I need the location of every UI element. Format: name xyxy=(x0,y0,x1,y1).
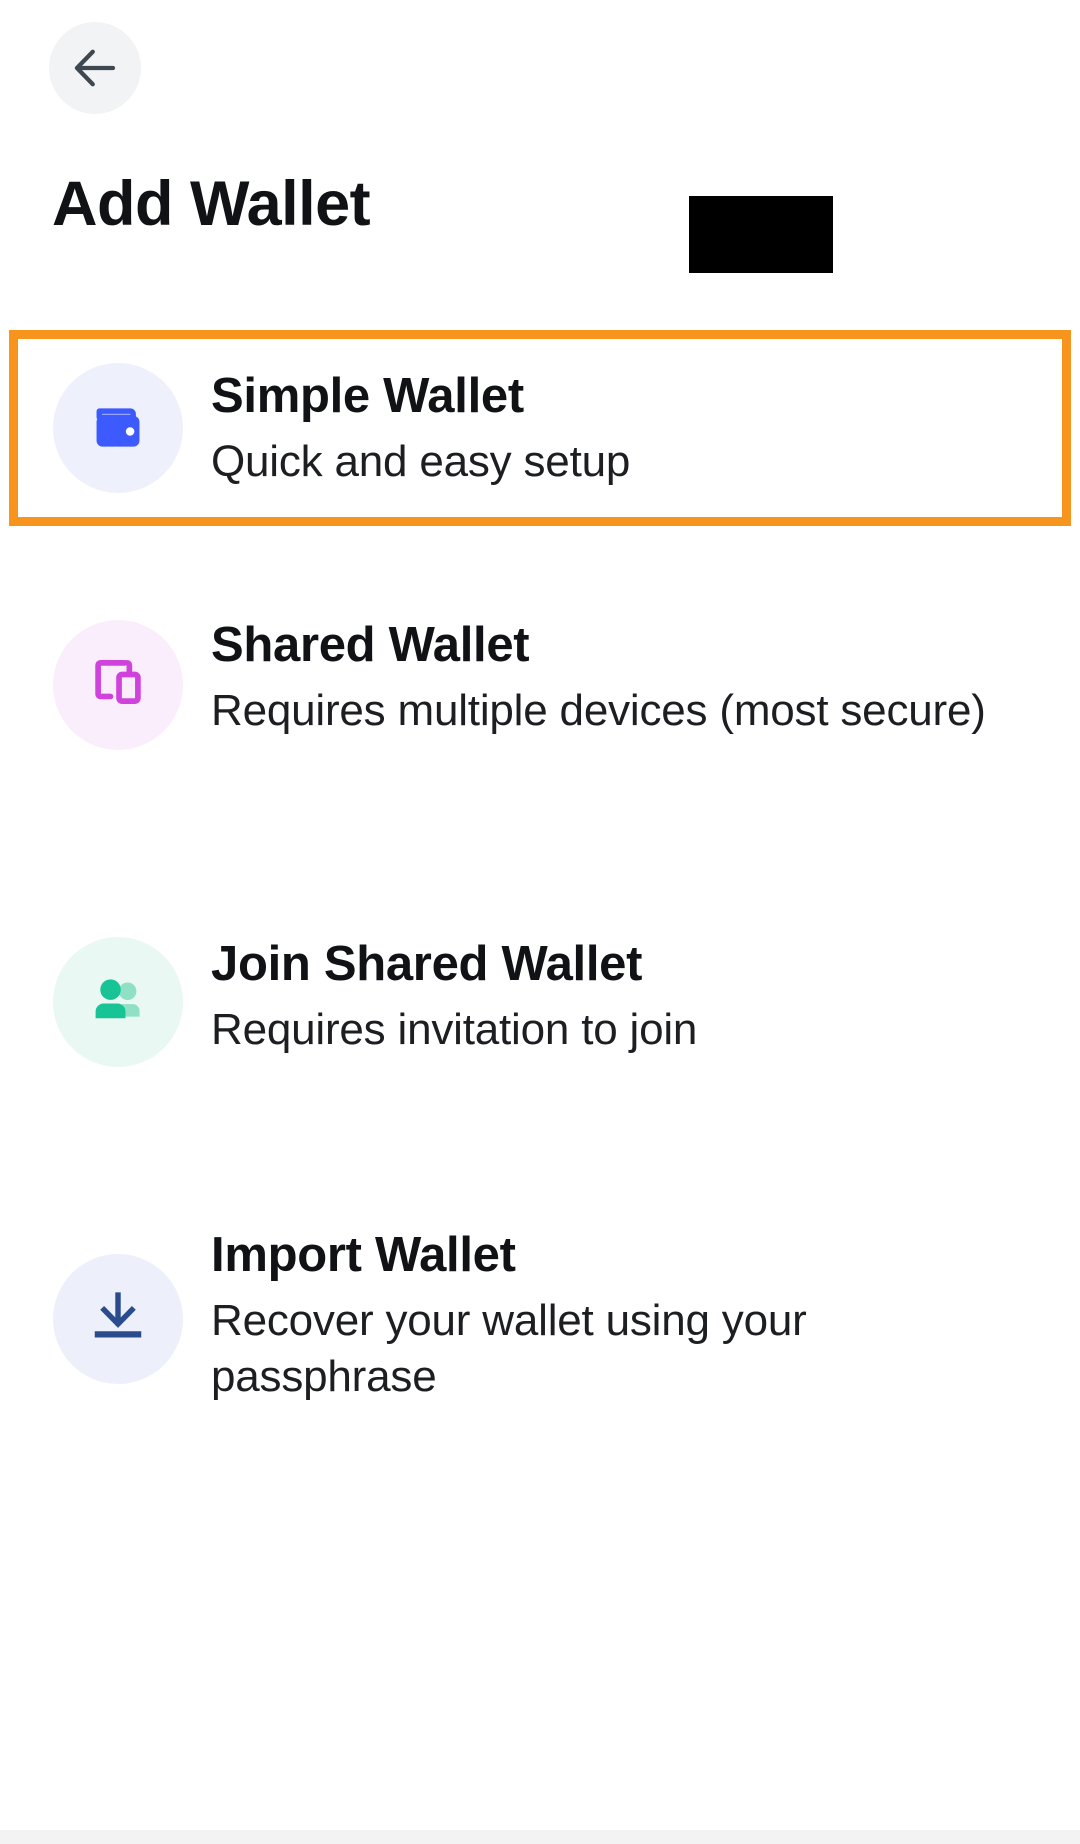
wallet-option-subtitle: Quick and easy setup xyxy=(211,436,631,486)
wallet-option-text: Simple Wallet Quick and easy setup xyxy=(211,368,1080,490)
devices-icon xyxy=(87,651,149,718)
redacted-content-box xyxy=(689,196,833,273)
add-wallet-screen: Add Wallet Simple Wallet Quick and easy … xyxy=(0,0,1080,1844)
wallet-option-text: Import Wallet Recover your wallet using … xyxy=(211,1227,1080,1405)
arrow-left-icon xyxy=(68,41,122,95)
people-icon xyxy=(86,967,150,1036)
header: Add Wallet xyxy=(0,0,1080,273)
wallet-option-title: Shared Wallet xyxy=(211,618,530,673)
wallet-icon xyxy=(85,393,151,464)
bottom-edge-strip xyxy=(0,1830,1080,1844)
wallet-option-join-shared-wallet[interactable]: Join Shared Wallet Requires invitation t… xyxy=(0,843,1080,1160)
download-icon-badge xyxy=(53,1253,183,1384)
wallet-option-subtitle: Requires multiple devices (most secure) xyxy=(211,686,986,736)
wallet-options-list: Simple Wallet Quick and easy setup Share… xyxy=(0,330,1080,1477)
wallet-icon-badge xyxy=(53,363,183,493)
wallet-option-simple-wallet[interactable]: Simple Wallet Quick and easy setup xyxy=(0,330,1080,526)
wallet-option-text: Join Shared Wallet Requires invitation t… xyxy=(211,936,1080,1058)
download-icon xyxy=(87,1285,149,1352)
wallet-option-subtitle: Recover your wallet using your passphras… xyxy=(211,1296,807,1402)
wallet-option-subtitle: Requires invitation to join xyxy=(211,1005,698,1055)
wallet-option-shared-wallet[interactable]: Shared Wallet Requires multiple devices … xyxy=(0,526,1080,843)
wallet-option-title: Simple Wallet xyxy=(211,368,524,423)
wallet-option-title: Import Wallet xyxy=(211,1228,516,1283)
devices-icon-badge xyxy=(53,619,183,750)
wallet-option-title: Join Shared Wallet xyxy=(211,937,643,992)
page-title: Add Wallet xyxy=(52,169,371,239)
wallet-option-text: Shared Wallet Requires multiple devices … xyxy=(211,617,1080,739)
wallet-option-import-wallet[interactable]: Import Wallet Recover your wallet using … xyxy=(0,1160,1080,1477)
back-button[interactable] xyxy=(49,22,141,114)
people-icon-badge xyxy=(53,936,183,1067)
